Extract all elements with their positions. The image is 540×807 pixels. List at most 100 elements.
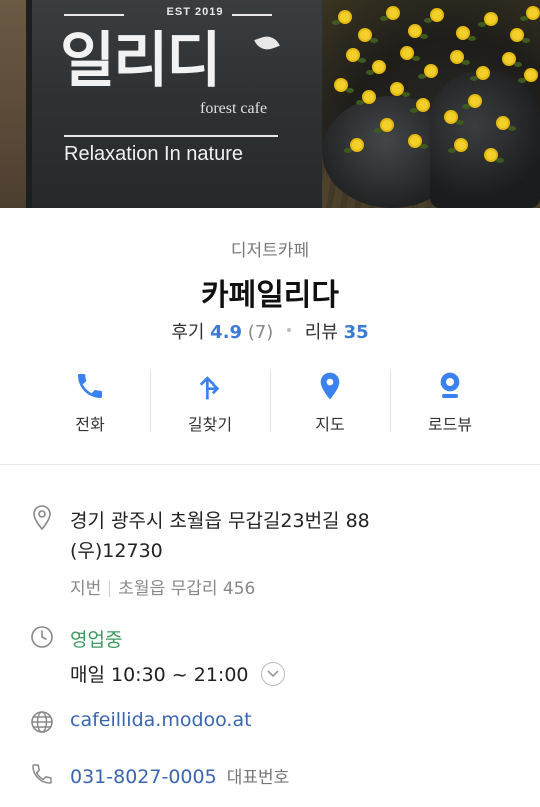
sign-est-text: EST 2019 (166, 6, 224, 18)
flower (392, 84, 402, 94)
flower (382, 120, 392, 130)
sign-divider (64, 135, 278, 137)
directions-button[interactable]: 길찾기 (150, 362, 270, 446)
flower (426, 66, 436, 76)
flower (528, 8, 538, 18)
action-bar: 전화 길찾기 지도 로드뷰 (30, 362, 510, 446)
leaf (418, 74, 426, 79)
leaf (402, 92, 410, 97)
roadview-button[interactable]: 로드뷰 (390, 362, 510, 446)
flower (388, 8, 398, 18)
leaf (508, 126, 516, 131)
leaf (514, 62, 522, 67)
phone-label: 대표번호 (226, 768, 290, 788)
leaf (410, 108, 418, 113)
flower (452, 52, 462, 62)
rating-row[interactable]: 후기 4.9 (7) 리뷰 35 (0, 318, 540, 344)
roadview-label: 로드뷰 (427, 415, 473, 434)
leaf (358, 58, 366, 63)
jibun-separator (109, 581, 111, 597)
location-pin-icon (33, 505, 51, 531)
jibun-address: 초월읍 무갑리 456 (118, 579, 256, 599)
hours-expand-button[interactable] (260, 661, 285, 686)
phone-number[interactable]: 031-8027-0005 (70, 766, 217, 788)
phone-outline-icon (32, 764, 52, 784)
leaf (518, 78, 526, 83)
leaf (520, 16, 528, 21)
leaf (332, 20, 340, 25)
address-line1: 경기 광주시 초월읍 무갑길23번길 88 (70, 510, 370, 532)
flower (456, 140, 466, 150)
website-link[interactable]: cafeillida.modoo.at (70, 709, 252, 731)
blog-review-label: 리뷰 (304, 322, 338, 343)
leaf (366, 70, 374, 75)
call-label: 전화 (75, 415, 105, 434)
flower (486, 14, 496, 24)
flower (498, 118, 508, 128)
leaf (456, 120, 464, 125)
leaf (420, 34, 428, 39)
phone-icon (78, 374, 102, 398)
leaf (356, 100, 364, 105)
leaf (424, 18, 432, 23)
rating-score: 4.9 (210, 322, 243, 343)
leaf (478, 22, 486, 27)
sign-tagline: forest cafe (200, 100, 268, 117)
leaf (462, 60, 470, 65)
flower (486, 150, 496, 160)
directions-icon (199, 376, 220, 400)
flower (340, 12, 350, 22)
leaf (380, 16, 388, 21)
rating-count: (7) (247, 322, 274, 343)
leaf (522, 38, 530, 43)
flower (458, 28, 468, 38)
flower (410, 136, 420, 146)
jibun-address-row: 지번 초월읍 무갑리 456 (70, 574, 255, 599)
hero-photo[interactable]: EST 2019 일리디 forest cafe Relaxation In n… (0, 0, 540, 208)
directions-label: 길찾기 (187, 415, 233, 434)
flower-pot (430, 70, 540, 208)
flower (446, 112, 456, 122)
chevron-down-icon (266, 669, 279, 677)
flower (470, 96, 480, 106)
address-postal: (우)12730 (70, 540, 163, 562)
flower (512, 30, 522, 40)
leaf (374, 128, 382, 133)
jibun-label: 지번 (70, 579, 102, 599)
section-divider (0, 464, 540, 465)
open-status: 영업중 (70, 629, 123, 651)
globe-icon (31, 711, 53, 733)
hours-row[interactable]: 매일 10:30 ~ 21:00 (70, 660, 285, 688)
place-name: 카페일리다 (201, 278, 339, 313)
leaf (346, 88, 354, 93)
phone-row[interactable]: 031-8027-0005 대표번호 (70, 763, 289, 788)
flower (374, 62, 384, 72)
leaf (468, 36, 476, 41)
sign-slogan: Relaxation In nature (64, 143, 244, 165)
sign-line-right (232, 14, 272, 16)
call-button[interactable]: 전화 (30, 362, 150, 446)
map-label: 지도 (315, 415, 345, 434)
flower (478, 68, 488, 78)
place-category: 디저트카페 (230, 241, 310, 261)
business-hours: 매일 10:30 ~ 21:00 (70, 664, 249, 686)
leaf (420, 144, 428, 149)
separator-dot (287, 328, 292, 332)
map-button[interactable]: 지도 (270, 362, 390, 446)
leaf (412, 56, 420, 61)
sign-logo: 일리디 (60, 26, 222, 96)
sign-line-left (64, 14, 124, 16)
flower (402, 48, 412, 58)
leaf (448, 148, 456, 153)
address[interactable]: 경기 광주시 초월읍 무갑길23번길 88 (우)12730 (70, 506, 510, 566)
leaf (344, 148, 352, 153)
flower (348, 50, 358, 60)
flower (418, 100, 428, 110)
flower (364, 92, 374, 102)
flower (432, 10, 442, 20)
flower (352, 140, 362, 150)
clock-icon (31, 626, 53, 648)
blog-review-count: 35 (343, 322, 369, 343)
flower (526, 70, 536, 80)
review-label: 후기 (171, 322, 205, 343)
